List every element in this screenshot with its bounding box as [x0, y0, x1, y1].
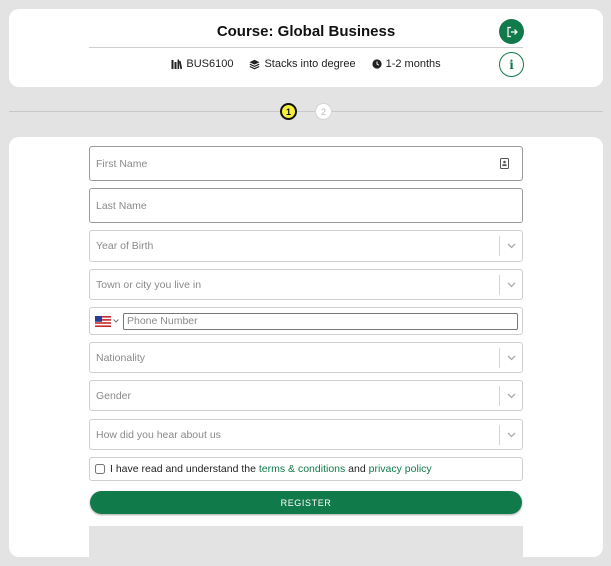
gender-placeholder: Gender [96, 389, 132, 402]
course-header-card: Course: Global Business BUS6100 Stacks i… [9, 9, 603, 87]
header-divider [89, 47, 523, 48]
exit-icon [506, 26, 518, 37]
nationality-placeholder: Nationality [96, 351, 146, 364]
consent-checkbox[interactable] [95, 464, 105, 474]
clock-icon [371, 59, 382, 69]
phone-field [89, 307, 523, 335]
year-of-birth-select[interactable]: Year of Birth [89, 230, 523, 262]
info-icon: i [509, 57, 514, 72]
consent-and: and [348, 463, 366, 475]
info-button[interactable]: i [499, 52, 524, 77]
chevron-down-icon [500, 393, 522, 399]
duration-info: 1-2 months [371, 58, 441, 70]
terms-link[interactable]: terms & conditions [259, 463, 345, 475]
course-code: BUS6100 [171, 58, 233, 70]
nationality-select[interactable]: Nationality [89, 342, 523, 373]
chevron-down-icon [500, 243, 522, 249]
consent-row: I have read and understand the terms & c… [89, 457, 523, 481]
gender-select[interactable]: Gender [89, 380, 523, 411]
exit-button[interactable] [499, 19, 524, 44]
privacy-link[interactable]: privacy policy [369, 463, 432, 475]
chevron-down-icon [500, 355, 522, 361]
first-name-field[interactable]: First Name [89, 146, 523, 181]
heard-about-placeholder: How did you hear about us [96, 428, 221, 441]
us-flag-icon [95, 315, 111, 327]
registration-form-card: First Name Last Name Year of Birth Town … [9, 137, 603, 566]
year-of-birth-placeholder: Year of Birth [96, 240, 154, 252]
country-code-selector[interactable] [95, 315, 119, 327]
course-code-text: BUS6100 [186, 58, 234, 70]
chevron-down-icon [500, 282, 522, 288]
town-city-select[interactable]: Town or city you live in [89, 269, 523, 300]
chevron-down-icon [113, 319, 119, 323]
layers-icon [249, 59, 260, 69]
phone-input[interactable] [123, 312, 518, 330]
step-2-indicator: 2 [315, 103, 332, 120]
heard-about-select[interactable]: How did you hear about us [89, 419, 523, 450]
stepper-line [9, 111, 603, 112]
register-button[interactable]: REGISTER [90, 491, 522, 514]
last-name-placeholder: Last Name [96, 199, 147, 212]
stacks-info: Stacks into degree [249, 58, 356, 70]
bottom-placeholder [89, 526, 523, 566]
last-name-field[interactable]: Last Name [89, 188, 523, 223]
consent-prefix: I have read and understand the [110, 463, 256, 475]
consent-text: I have read and understand the terms & c… [110, 463, 432, 475]
step-1-indicator: 1 [280, 103, 297, 120]
duration-text: 1-2 months [385, 58, 441, 70]
town-city-placeholder: Town or city you live in [96, 278, 202, 291]
chevron-down-icon [500, 432, 522, 438]
stacks-text: Stacks into degree [264, 58, 356, 70]
library-icon [171, 59, 183, 69]
first-name-placeholder: First Name [96, 157, 148, 170]
contact-card-icon [496, 158, 512, 169]
